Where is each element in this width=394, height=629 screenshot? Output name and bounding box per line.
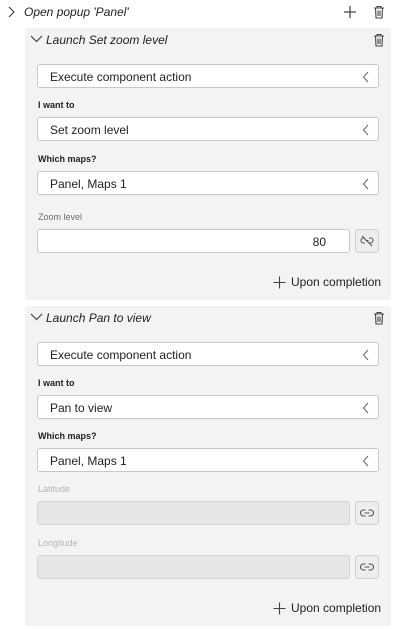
which-maps-select[interactable]: Panel, Maps 1: [37, 171, 379, 195]
i-want-to-select[interactable]: Pan to view: [37, 395, 379, 419]
chevron-left-icon: [362, 402, 369, 414]
action-type-value: Execute component action: [50, 70, 192, 84]
upon-completion-button[interactable]: Upon completion: [273, 601, 381, 615]
longitude-input: [37, 555, 350, 579]
which-maps-select[interactable]: Panel, Maps 1: [37, 448, 379, 472]
upon-completion-label: Upon completion: [291, 275, 382, 289]
delete-icon[interactable]: [370, 309, 388, 327]
action-type-value: Execute component action: [50, 348, 192, 362]
open-popup-title: Open popup 'Panel': [24, 5, 129, 19]
delete-icon[interactable]: [370, 3, 388, 21]
upon-completion-button[interactable]: Upon completion: [273, 275, 381, 289]
i-want-to-label: I want to: [38, 100, 75, 110]
link-icon: [360, 509, 374, 517]
upon-completion-label: Upon completion: [291, 601, 382, 615]
link-icon: [360, 563, 374, 571]
which-maps-value: Panel, Maps 1: [50, 177, 127, 191]
latitude-label: Latitude: [38, 484, 71, 494]
zoom-level-input[interactable]: 80: [37, 229, 350, 253]
unlink-binding-button[interactable]: [355, 229, 379, 253]
chevron-left-icon: [362, 71, 369, 83]
i-want-to-value: Pan to view: [50, 401, 113, 415]
i-want-to-select[interactable]: Set zoom level: [37, 117, 379, 141]
which-maps-value: Panel, Maps 1: [50, 454, 127, 468]
add-icon[interactable]: [341, 3, 359, 21]
add-icon: [273, 602, 286, 614]
action-card-pan-to-view: Launch Pan to view Execute component act…: [25, 306, 391, 626]
add-icon: [273, 276, 286, 288]
latitude-input: [37, 501, 350, 525]
link-binding-button[interactable]: [355, 501, 379, 525]
chevron-right-icon[interactable]: [7, 6, 17, 18]
chevron-left-icon: [362, 178, 369, 190]
card-title: Launch Pan to view: [46, 311, 151, 325]
which-maps-label: Which maps?: [38, 431, 97, 441]
chevron-left-icon: [362, 124, 369, 136]
chevron-down-icon[interactable]: [30, 34, 43, 44]
delete-icon[interactable]: [370, 31, 388, 49]
unlink-icon: [360, 235, 374, 247]
zoom-level-value: 80: [312, 235, 326, 249]
chevron-down-icon[interactable]: [30, 312, 43, 322]
open-popup-row[interactable]: Open popup 'Panel': [0, 0, 394, 24]
action-type-select[interactable]: Execute component action: [37, 64, 379, 88]
action-type-select[interactable]: Execute component action: [37, 342, 379, 366]
i-want-to-value: Set zoom level: [50, 123, 129, 137]
chevron-left-icon: [362, 455, 369, 467]
chevron-left-icon: [362, 349, 369, 361]
zoom-level-label: Zoom level: [38, 212, 83, 222]
i-want-to-label: I want to: [38, 378, 75, 388]
action-card-set-zoom: Launch Set zoom level Execute component …: [25, 28, 391, 300]
card-title: Launch Set zoom level: [46, 33, 168, 47]
link-binding-button[interactable]: [355, 555, 379, 579]
longitude-label: Longitude: [38, 538, 78, 548]
which-maps-label: Which maps?: [38, 154, 97, 164]
